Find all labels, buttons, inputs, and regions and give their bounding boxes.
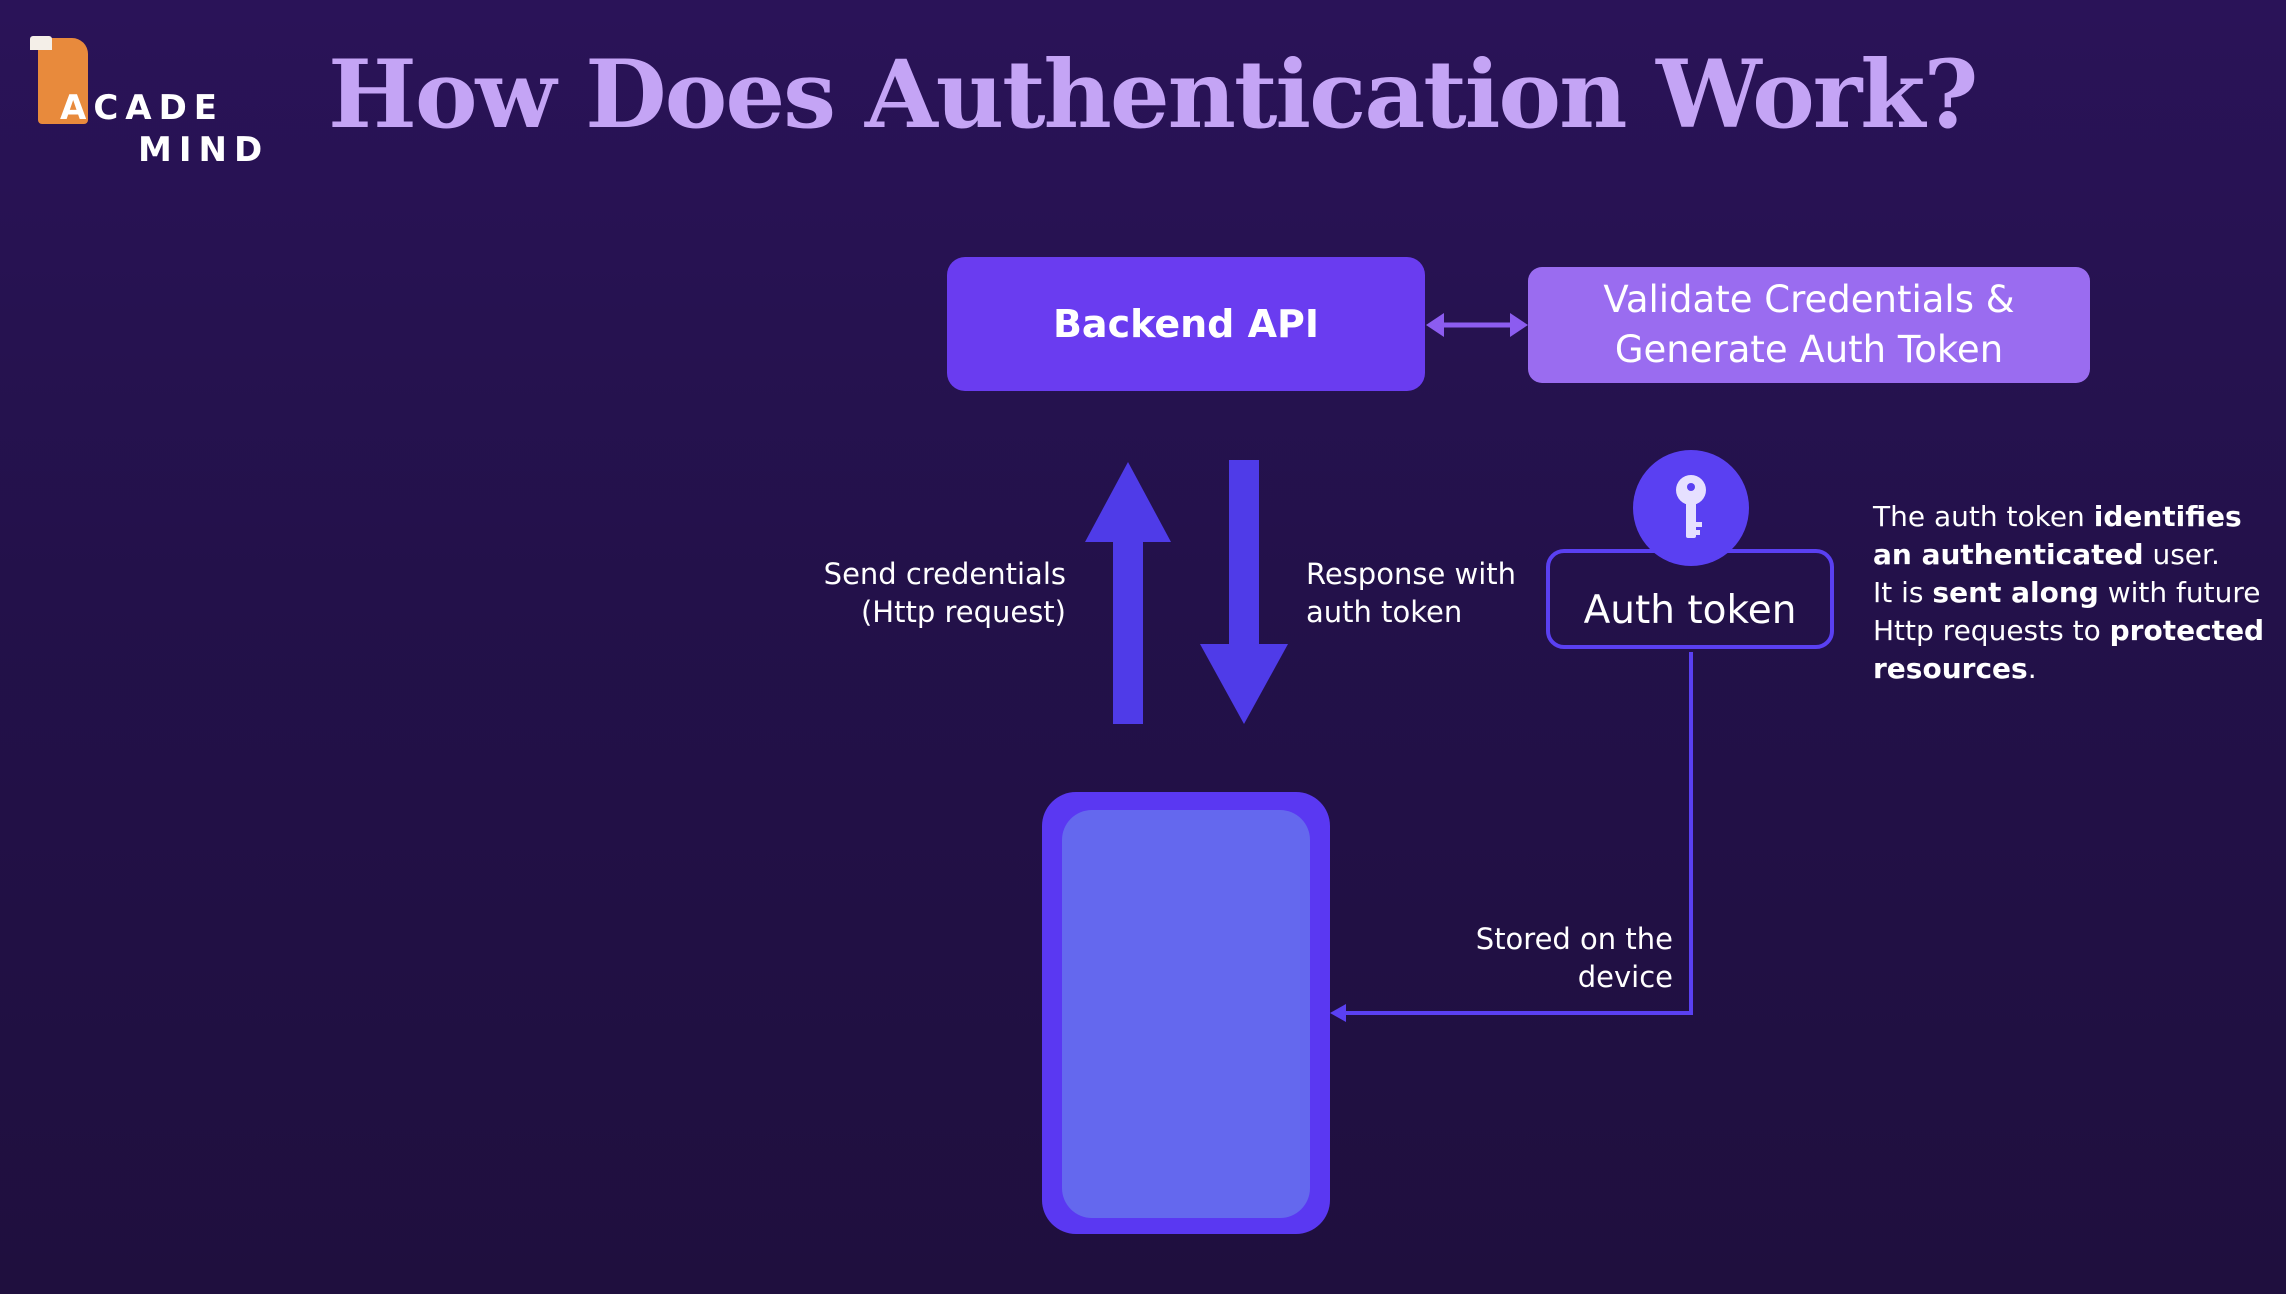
validate-credentials-box: Validate Credentials & Generate Auth Tok… xyxy=(1528,267,2090,383)
connector-arrowhead-right xyxy=(1510,313,1528,337)
response-arrow-head xyxy=(1200,644,1288,724)
desc-emphasis: resources xyxy=(1873,652,2028,685)
validate-line-1: Validate Credentials & xyxy=(1603,278,2015,321)
desc-emphasis: an authenticated xyxy=(1873,538,2144,571)
response-label-line1: Response with xyxy=(1306,557,1517,591)
stored-label-line1: Stored on the xyxy=(1475,922,1673,956)
desc-line-5: resources. xyxy=(1873,650,2264,688)
desc-text: . xyxy=(2027,652,2037,685)
desc-text: Http requests to xyxy=(1873,614,2110,647)
stored-connector-arrowhead xyxy=(1330,1004,1346,1022)
key-icon xyxy=(1676,475,1706,538)
stored-on-device-label: Stored on the device xyxy=(1476,920,1673,996)
response-label-line2: auth token xyxy=(1306,595,1463,629)
send-label-line1: Send credentials xyxy=(823,557,1066,591)
desc-line-4: Http requests to protected xyxy=(1873,612,2264,650)
backend-api-box: Backend API xyxy=(947,257,1425,391)
key-badge xyxy=(1633,450,1749,566)
send-label-line2: (Http request) xyxy=(860,595,1066,629)
response-arrow-shaft xyxy=(1229,460,1259,650)
desc-emphasis: sent along xyxy=(1932,576,2099,609)
desc-emphasis: identifies xyxy=(2093,500,2242,533)
send-arrow-head xyxy=(1085,462,1171,542)
send-arrow-shaft xyxy=(1113,536,1143,724)
stored-label-line2: device xyxy=(1577,960,1673,994)
desc-text: It is xyxy=(1873,576,1933,609)
desc-text: user. xyxy=(2143,538,2220,571)
desc-line-2: an authenticated user. xyxy=(1873,536,2264,574)
send-credentials-label: Send credentials (Http request) xyxy=(824,555,1066,631)
client-device-screen xyxy=(1062,810,1310,1218)
desc-text: The auth token xyxy=(1873,500,2094,533)
desc-emphasis: protected xyxy=(2109,614,2265,647)
auth-token-description: The auth token identifies an authenticat… xyxy=(1873,498,2264,688)
desc-text: with future xyxy=(2098,576,2261,609)
backend-api-label: Backend API xyxy=(1052,302,1320,346)
desc-line-3: It is sent along with future xyxy=(1873,574,2264,612)
desc-line-1: The auth token identifies xyxy=(1873,498,2264,536)
response-label: Response with auth token xyxy=(1306,555,1516,631)
auth-token-label: Auth token xyxy=(1583,587,1797,633)
validate-line-2: Generate Auth Token xyxy=(1614,328,2004,371)
connector-arrowhead-left xyxy=(1426,313,1444,337)
